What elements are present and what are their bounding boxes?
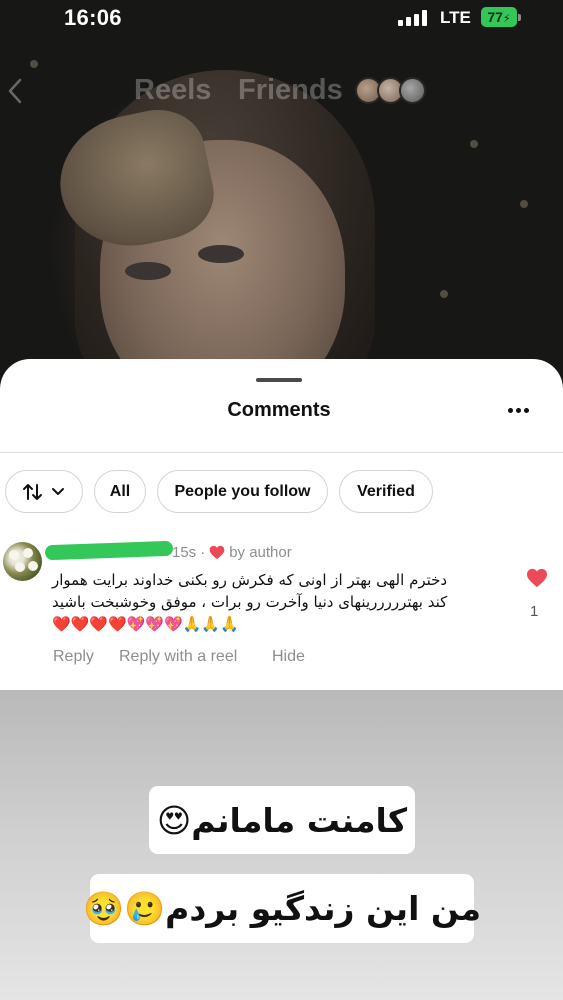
comments-sheet[interactable]: Comments All People you follow Verified … — [0, 359, 563, 690]
reply-button[interactable]: Reply — [53, 648, 94, 666]
comment-time: 15s — [172, 544, 197, 561]
battery-icon: 77⚡ — [481, 7, 521, 27]
chevron-left-icon[interactable] — [2, 72, 30, 110]
like-heart-icon[interactable] — [526, 568, 548, 588]
story-caption: کامنت مامانم😍 — [149, 786, 415, 854]
story-caption: من این زندگیو بردم🥲🥹 — [83, 874, 481, 943]
chevron-down-icon — [52, 487, 64, 495]
meta-separator: · — [200, 544, 206, 561]
battery-level: 77 — [487, 9, 503, 25]
bokeh-light — [470, 140, 478, 148]
sheet-title: Comments — [227, 399, 331, 421]
comment-text: دخترم الهی بهتر از اونی که فکرش رو بکنی … — [52, 571, 448, 633]
like-count: 1 — [530, 603, 539, 620]
ellipsis-icon[interactable] — [505, 404, 531, 418]
heart-icon — [209, 545, 225, 560]
friend-avatar — [399, 77, 426, 104]
reply-with-reel-button[interactable]: Reply with a reel — [119, 648, 237, 666]
hide-button[interactable]: Hide — [272, 648, 305, 666]
comment-meta: 15s · by author — [172, 544, 292, 561]
status-time: 16:06 — [64, 5, 122, 30]
tab-friends[interactable]: Friends — [238, 74, 343, 107]
bokeh-light — [30, 60, 38, 68]
sort-arrows-icon — [23, 483, 42, 500]
portrait-eye-left — [125, 262, 171, 280]
sheet-grab-handle[interactable] — [256, 378, 302, 382]
tab-reels[interactable]: Reels — [134, 74, 211, 107]
sheet-divider — [0, 452, 563, 453]
friend-avatar-stack[interactable] — [355, 77, 427, 107]
bokeh-light — [440, 290, 448, 298]
filter-chip-verified[interactable]: Verified — [339, 470, 433, 513]
status-bar: 16:06 LTE 77⚡ — [0, 0, 563, 36]
reel-video-frame[interactable] — [0, 0, 563, 400]
cellular-signal-icon — [398, 10, 432, 26]
network-type: LTE — [440, 8, 471, 27]
avatar[interactable] — [3, 542, 42, 581]
filter-chip-people-you-follow[interactable]: People you follow — [157, 470, 328, 513]
portrait-eye-right — [198, 245, 244, 263]
username-redacted[interactable] — [44, 540, 174, 561]
sort-button[interactable] — [5, 470, 83, 513]
author-badge: by author — [229, 544, 292, 561]
filter-chip-all[interactable]: All — [94, 470, 146, 513]
bokeh-light — [520, 200, 528, 208]
